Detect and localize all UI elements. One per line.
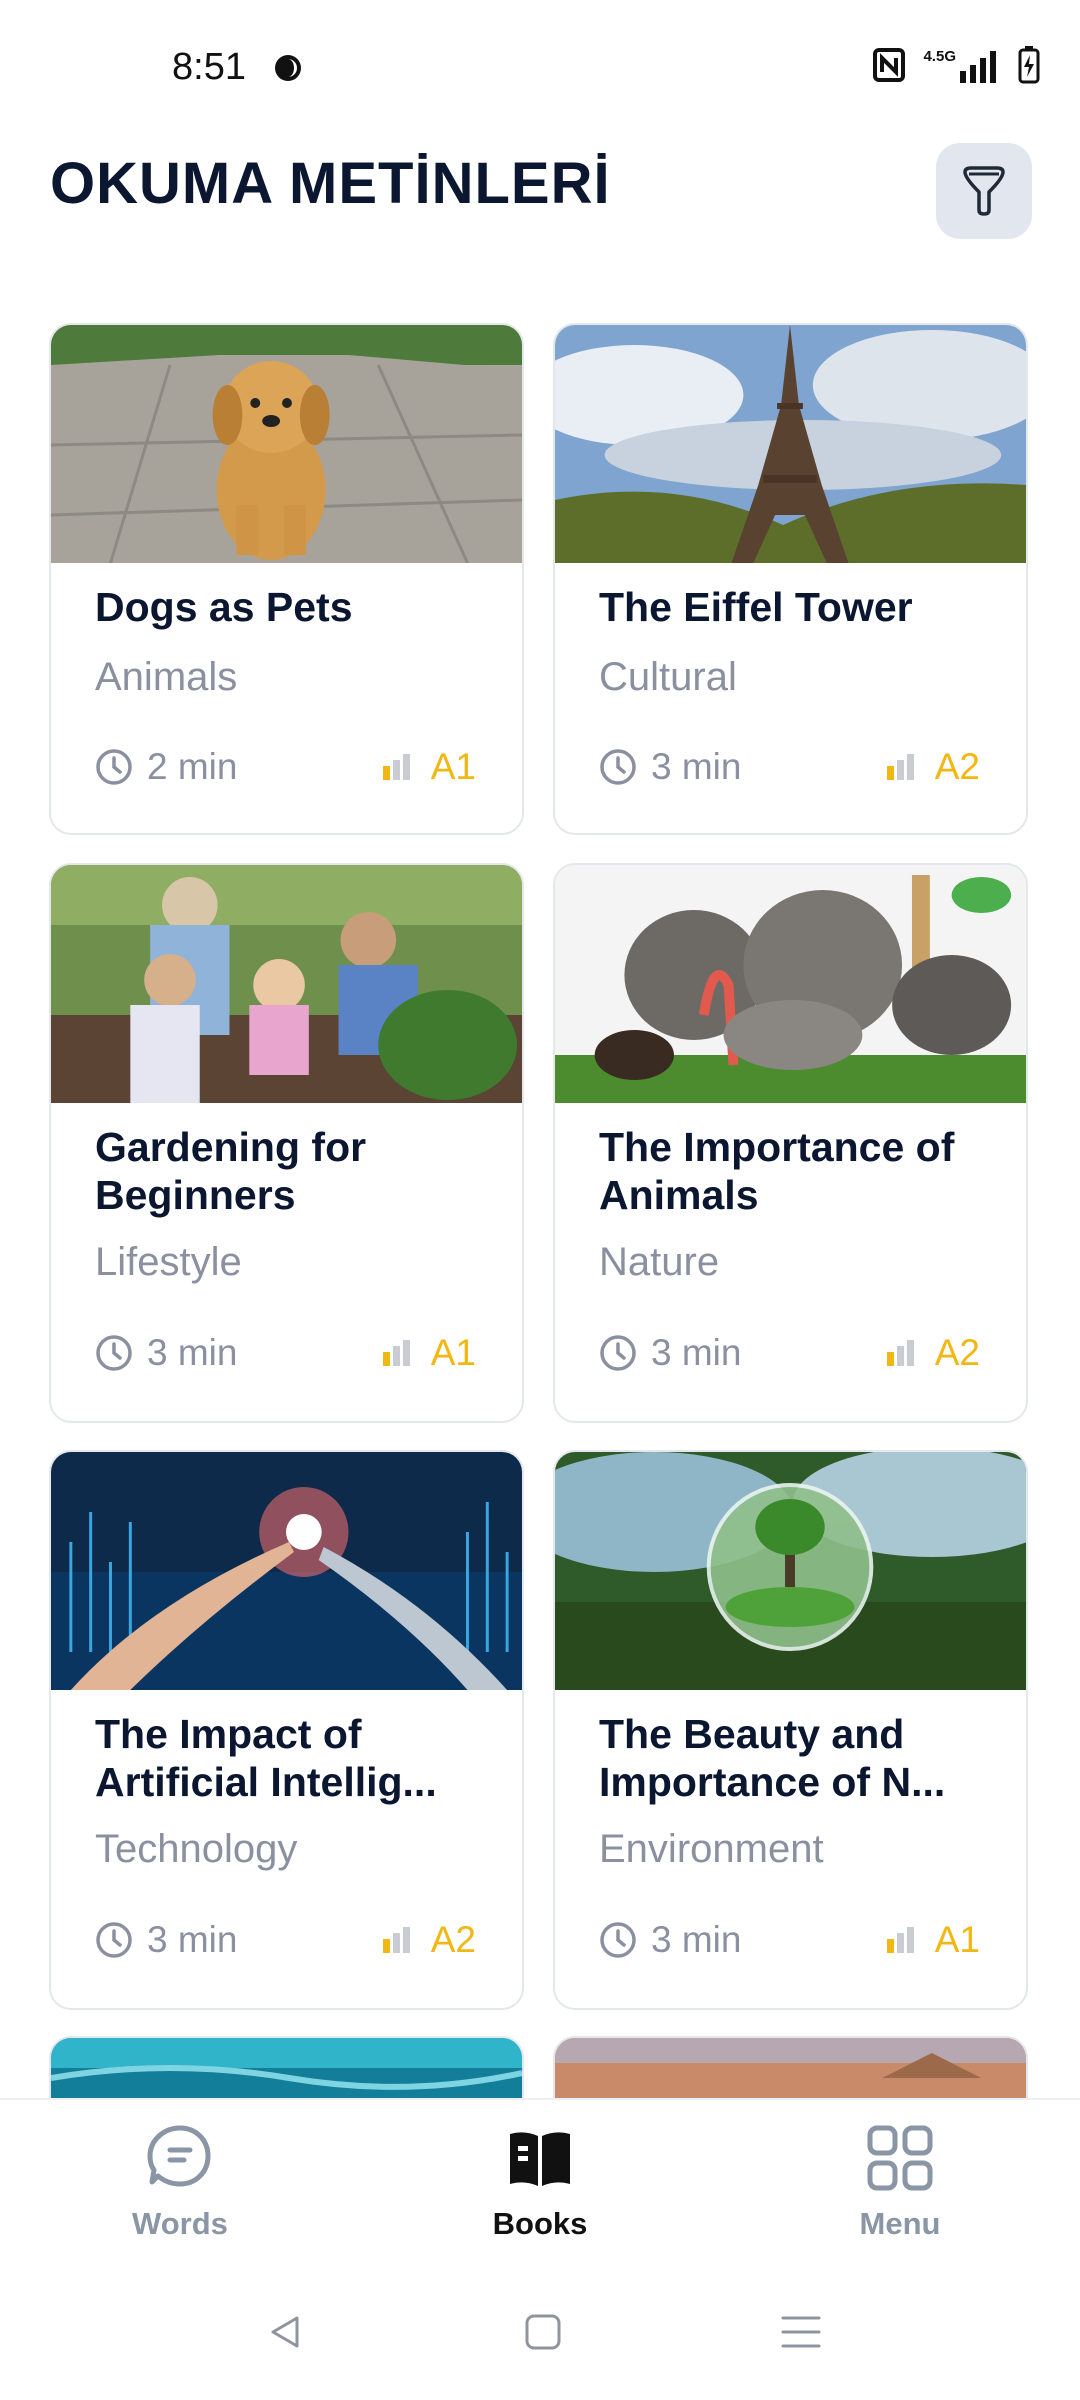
pyramids-photo (555, 2038, 1026, 2098)
filter-button[interactable] (936, 143, 1032, 239)
card-category: Lifestyle (95, 1240, 242, 1284)
nav-words[interactable]: Words (80, 2122, 280, 2242)
clock-icon (96, 1335, 132, 1371)
recents-icon[interactable] (781, 2312, 821, 2352)
reading-card[interactable]: The Beauty and Importance of N... Enviro… (553, 1450, 1028, 2010)
reading-texts-grid: Dogs as Pets Animals 2 min A1 The Eiffel… (49, 323, 1032, 2098)
clock-icon (600, 1335, 636, 1371)
card-title: Gardening for Beginners (95, 1124, 367, 1218)
ai-hands-photo (51, 1452, 522, 1690)
words-icon (147, 2125, 211, 2187)
nav-books-label: Books (492, 2206, 588, 2241)
gardening-family-photo (51, 865, 522, 1103)
card-category: Environment (599, 1827, 824, 1871)
home-icon[interactable] (523, 2312, 563, 2352)
reading-card[interactable]: The Impact of Artificial Intellig... Tec… (49, 1450, 524, 2010)
nav-menu-label: Menu (859, 2206, 941, 2241)
reading-card[interactable]: The Importance of Animals Nature 3 min A… (553, 863, 1028, 1423)
level-bars-icon (382, 1927, 410, 1953)
reading-card[interactable]: Dogs as Pets Animals 2 min A1 (49, 323, 524, 835)
level-bars-icon (382, 754, 410, 780)
animals-collage-photo (555, 865, 1026, 1103)
card-level: A1 (430, 746, 476, 787)
ocean-photo (51, 2038, 522, 2098)
dog-photo (51, 325, 522, 563)
card-category: Technology (95, 1827, 298, 1871)
card-title: Dogs as Pets (95, 584, 353, 630)
card-level: A2 (934, 746, 980, 787)
status-bar: 8:51 4.5G (0, 0, 1080, 140)
card-title: The Beauty and Importance of N... (599, 1711, 946, 1805)
reading-card-partial[interactable] (553, 2036, 1028, 2098)
card-title: The Importance of Animals (599, 1124, 955, 1218)
card-level: A2 (934, 1332, 980, 1373)
card-duration: 2 min (147, 746, 238, 787)
bottom-navigation: Words Books Menu (0, 2098, 1080, 2280)
clock-icon (96, 1922, 132, 1958)
card-meta: 3 min A2 (599, 1331, 980, 1375)
card-level: A2 (430, 1919, 476, 1960)
nav-menu[interactable]: Menu (800, 2122, 1000, 2242)
card-duration: 3 min (651, 746, 742, 787)
card-meta: 3 min A1 (599, 1918, 980, 1962)
level-bars-icon (886, 1927, 914, 1953)
card-duration: 3 min (651, 1919, 742, 1960)
nav-books[interactable]: Books (440, 2122, 640, 2242)
card-duration: 3 min (651, 1332, 742, 1373)
card-category: Cultural (599, 655, 737, 699)
level-bars-icon (382, 1340, 410, 1366)
filter-icon (963, 166, 1005, 216)
card-title: The Eiffel Tower (599, 584, 913, 630)
level-bars-icon (886, 1340, 914, 1366)
card-meta: 3 min A2 (599, 745, 980, 789)
nfc-icon (873, 48, 906, 82)
clock-icon (600, 749, 636, 785)
nav-words-label: Words (132, 2206, 228, 2241)
battery-icon (1018, 46, 1040, 84)
clock-icon (600, 1922, 636, 1958)
glass-globe-nature-photo (555, 1452, 1026, 1690)
clock-icon (96, 749, 132, 785)
page-title: OKUMA METİNLERİ (50, 151, 611, 216)
status-time: 8:51 (172, 46, 246, 88)
grid-menu-icon (867, 2125, 933, 2191)
system-navigation-bar (0, 2278, 1080, 2400)
book-icon (510, 2132, 570, 2186)
network-type: 4.5G (923, 47, 956, 65)
card-meta: 2 min A1 (95, 745, 476, 789)
reading-card-partial[interactable] (49, 2036, 524, 2098)
card-category: Animals (95, 655, 238, 699)
card-duration: 3 min (147, 1919, 238, 1960)
card-level: A1 (934, 1919, 980, 1960)
reading-card[interactable]: Gardening for Beginners Lifestyle 3 min … (49, 863, 524, 1423)
card-level: A1 (430, 1332, 476, 1373)
card-title: The Impact of Artificial Intellig... (95, 1711, 437, 1805)
card-meta: 3 min A1 (95, 1331, 476, 1375)
reading-card[interactable]: The Eiffel Tower Cultural 3 min A2 (553, 323, 1028, 835)
back-icon[interactable] (265, 2312, 305, 2352)
status-icons: 4.5G (873, 46, 1040, 84)
card-duration: 3 min (147, 1332, 238, 1373)
level-bars-icon (886, 754, 914, 780)
dark-mode-icon (275, 55, 301, 81)
eiffel-tower-photo (555, 325, 1026, 563)
signal-icon (960, 50, 996, 83)
card-meta: 3 min A2 (95, 1918, 476, 1962)
card-category: Nature (599, 1240, 720, 1284)
